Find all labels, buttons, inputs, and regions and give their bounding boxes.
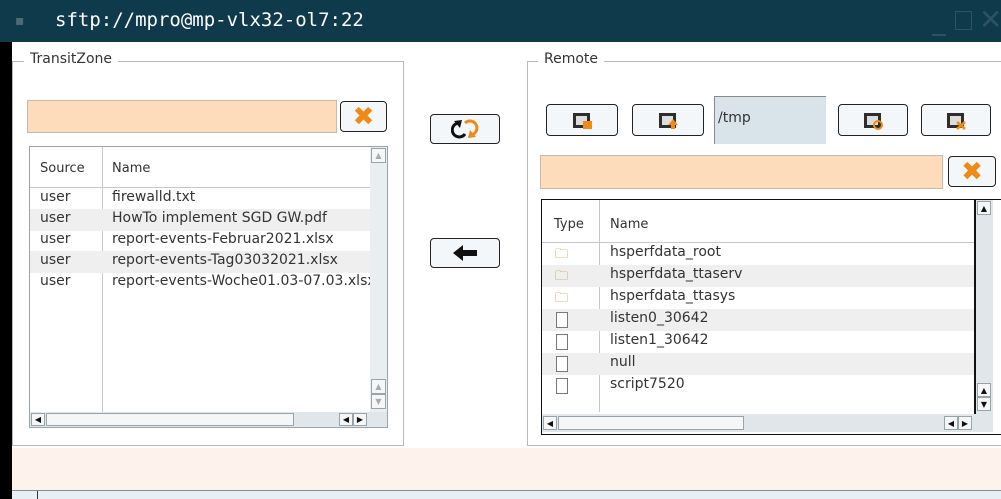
minimize-icon[interactable] (932, 34, 946, 36)
scroll-up-arrow-icon[interactable]: ▲ (977, 201, 991, 215)
folder-icon: 🗀 (555, 247, 569, 262)
row-name: listen0_30642 (610, 310, 709, 326)
scroll-left-arrow-icon[interactable]: ◀ (944, 416, 958, 430)
close-window-icon[interactable]: ✕ (979, 6, 1001, 34)
folder-new-icon (573, 113, 592, 129)
folder-refresh-icon (864, 113, 883, 130)
table-row[interactable]: user firewalld.txt (30, 188, 370, 210)
column-header-type[interactable]: Type (554, 217, 584, 232)
transitzone-clear-filter-button[interactable]: ✖ (340, 101, 387, 132)
scroll-left-arrow-icon[interactable]: ◀ (339, 413, 353, 426)
arrow-left-icon (453, 245, 477, 261)
window-menu-icon[interactable]: ▪ (15, 13, 25, 29)
table-row[interactable]: listen0_30642 (542, 309, 974, 331)
row-name: firewalld.txt (112, 189, 196, 205)
scroll-left-arrow-icon[interactable]: ◀ (543, 416, 557, 430)
bottom-panel (12, 491, 1001, 499)
refresh-swap-icon (451, 119, 479, 139)
row-name: hsperfdata_ttasys (610, 288, 736, 304)
window-title: sftp://mpro@mp-vlx32-ol7:22 (55, 9, 364, 31)
table-row[interactable]: listen1_30642 (542, 331, 974, 353)
bottom-tick (37, 491, 38, 499)
table-row[interactable]: 🗀 hsperfdata_ttasys (542, 287, 974, 309)
folder-delete-icon (947, 113, 966, 130)
file-icon (556, 356, 568, 372)
row-source: user (40, 210, 71, 226)
refresh-swap-button[interactable] (430, 114, 500, 144)
file-icon (556, 378, 568, 394)
row-name: report-events-Februar2021.xlsx (112, 231, 334, 247)
maximize-icon[interactable] (955, 11, 972, 30)
table-row[interactable]: user report-events-Tag03032021.xlsx (30, 251, 370, 273)
row-source: user (40, 273, 71, 289)
transfer-left-button[interactable] (430, 238, 500, 268)
parent-folder-button[interactable] (632, 104, 704, 136)
row-source: user (40, 189, 71, 205)
clear-x-icon: ✖ (352, 101, 375, 132)
table-row[interactable]: script7520 (542, 375, 974, 397)
status-strip (12, 448, 1001, 490)
delete-folder-button[interactable] (921, 104, 991, 136)
horizontal-scroll-thumb[interactable] (46, 413, 294, 426)
horizontal-scroll-thumb[interactable] (558, 416, 744, 430)
vertical-scrollbar[interactable] (370, 147, 387, 412)
transitzone-filter-input[interactable] (27, 100, 337, 133)
remote-filter-input[interactable] (540, 155, 943, 189)
row-name: report-events-Woche01.03-07.03.xlsx (112, 273, 370, 289)
remote-file-list[interactable]: Type Name 🗀 hsperfdata_root 🗀 hsperfdata… (541, 199, 1001, 435)
folder-icon: 🗀 (555, 291, 569, 306)
table-row[interactable]: user HowTo implement SGD GW.pdf (30, 209, 370, 231)
scroll-down-arrow-icon[interactable]: ▼ (977, 397, 991, 411)
folder-up-icon (659, 113, 678, 129)
transitzone-file-list[interactable]: Source Name user firewalld.txt user HowT… (29, 146, 388, 428)
new-folder-button[interactable] (546, 104, 618, 136)
vertical-scrollbar[interactable] (976, 200, 993, 414)
table-row[interactable]: user report-events-Februar2021.xlsx (30, 230, 370, 252)
scroll-left-arrow-icon[interactable]: ◀ (31, 413, 45, 426)
remote-clear-filter-button[interactable]: ✖ (948, 156, 996, 187)
row-name: null (610, 354, 636, 370)
scroll-right-arrow-icon[interactable]: ▶ (353, 413, 367, 426)
row-source: user (40, 231, 71, 247)
row-name: listen1_30642 (610, 332, 709, 348)
transitzone-title: TransitZone (24, 51, 119, 67)
row-name: hsperfdata_root (610, 244, 721, 260)
table-row[interactable]: user report-events-Woche01.03-07.03.xlsx (30, 272, 370, 294)
table-row[interactable]: null (542, 353, 974, 375)
column-header-source[interactable]: Source (40, 161, 85, 176)
remote-path-text: /tmp (718, 110, 751, 126)
row-name: HowTo implement SGD GW.pdf (112, 210, 327, 226)
scroll-up-arrow-icon[interactable]: ▲ (371, 148, 386, 163)
remote-title: Remote (538, 51, 605, 67)
column-header-name[interactable]: Name (112, 161, 150, 176)
table-row[interactable]: 🗀 hsperfdata_ttaserv (542, 265, 974, 287)
row-name: script7520 (610, 376, 685, 392)
scroll-right-arrow-icon[interactable]: ▶ (958, 416, 972, 430)
table-row[interactable]: 🗀 hsperfdata_root (542, 243, 974, 265)
refresh-folder-button[interactable] (838, 104, 908, 136)
column-header-name[interactable]: Name (610, 217, 648, 232)
row-name: report-events-Tag03032021.xlsx (112, 252, 338, 268)
window-frame (0, 42, 12, 499)
row-name: hsperfdata_ttaserv (610, 266, 743, 282)
remote-path-field[interactable]: /tmp (714, 96, 826, 144)
clear-x-icon: ✖ (961, 156, 983, 187)
scroll-up-arrow-icon[interactable]: ▲ (371, 379, 386, 394)
row-source: user (40, 252, 71, 268)
scroll-down-arrow-icon[interactable]: ▼ (371, 394, 386, 409)
scroll-up-arrow-icon[interactable]: ▲ (977, 383, 991, 397)
file-icon (556, 312, 568, 328)
folder-icon: 🗀 (555, 269, 569, 284)
file-icon (556, 334, 568, 350)
